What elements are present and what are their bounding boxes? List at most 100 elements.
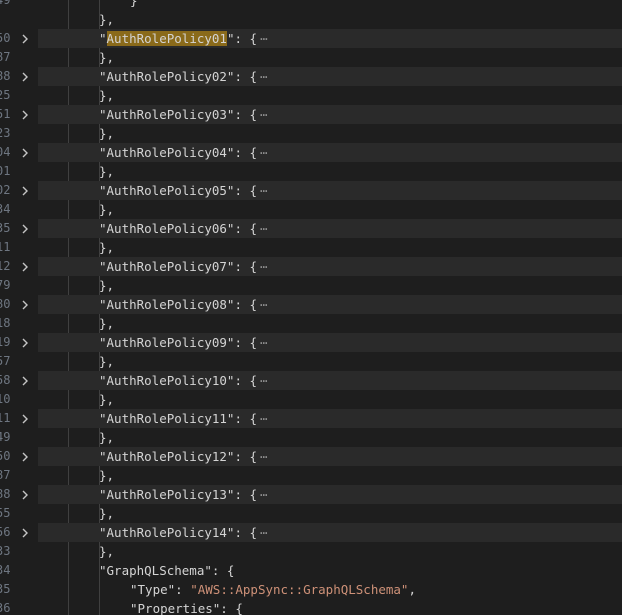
chevron-right-icon[interactable]: [19, 29, 31, 48]
folded-code-line[interactable]: 19 "AuthRolePolicy09": {⋯: [0, 333, 622, 352]
code-text: },: [99, 390, 114, 409]
chevron-right-icon[interactable]: [19, 257, 31, 276]
folded-code-line[interactable]: 51 "AuthRolePolicy03": {⋯: [0, 105, 622, 124]
code-token: "AuthRolePolicy10": {: [99, 373, 258, 388]
line-number: 19: [0, 335, 11, 349]
code-token: },: [99, 354, 115, 369]
chevron-right-icon[interactable]: [19, 181, 31, 200]
line-gutter: 55: [0, 504, 38, 523]
code-line[interactable]: 18},: [0, 314, 622, 333]
fold-ellipsis-icon[interactable]: ⋯: [260, 145, 268, 160]
line-number: 56: [0, 525, 11, 539]
folded-code-line[interactable]: 88 "AuthRolePolicy02": {⋯: [0, 67, 622, 86]
code-line[interactable]: 34},: [0, 200, 622, 219]
fold-ellipsis-icon[interactable]: ⋯: [260, 525, 268, 540]
code-line[interactable]: },: [0, 10, 622, 29]
code-text: },: [99, 542, 114, 561]
chevron-right-icon[interactable]: [19, 143, 31, 162]
code-line[interactable]: 01},: [0, 162, 622, 181]
fold-ellipsis-icon[interactable]: ⋯: [260, 31, 268, 46]
code-text: },: [99, 162, 114, 181]
code-line[interactable]: 55},: [0, 504, 622, 523]
line-number: 34: [0, 563, 11, 577]
code-token: },: [99, 240, 115, 255]
code-token: ": {: [226, 31, 258, 46]
chevron-right-icon[interactable]: [19, 371, 31, 390]
line-gutter: 11: [0, 238, 38, 257]
line-number: 87: [0, 50, 11, 64]
line-number: 33: [0, 544, 11, 558]
line-number: 10: [0, 392, 11, 406]
chevron-right-icon[interactable]: [19, 219, 31, 238]
line-number: 88: [0, 69, 11, 83]
chevron-right-icon[interactable]: [19, 67, 31, 86]
folded-code-line[interactable]: 58 "AuthRolePolicy10": {⋯: [0, 371, 622, 390]
code-token: "Type":: [130, 582, 191, 597]
code-line[interactable]: 23},: [0, 124, 622, 143]
folded-code-line[interactable]: 12 "AuthRolePolicy07": {⋯: [0, 257, 622, 276]
fold-ellipsis-icon[interactable]: ⋯: [260, 449, 268, 464]
folded-code-line[interactable]: 50 "AuthRolePolicy01": {⋯: [0, 29, 622, 48]
fold-ellipsis-icon[interactable]: ⋯: [260, 69, 268, 84]
code-token: "AuthRolePolicy06": {: [99, 221, 258, 236]
code-editor[interactable]: 49}},50"AuthRolePolicy01": {⋯87},88"Auth…: [0, 0, 622, 615]
chevron-right-icon[interactable]: [19, 447, 31, 466]
fold-ellipsis-icon[interactable]: ⋯: [260, 487, 268, 502]
code-line[interactable]: 87},: [0, 48, 622, 67]
code-line[interactable]: 49}: [0, 0, 622, 10]
fold-ellipsis-icon[interactable]: ⋯: [260, 259, 268, 274]
fold-ellipsis-icon[interactable]: ⋯: [260, 411, 268, 426]
code-text: },: [99, 466, 114, 485]
line-gutter: 01: [0, 162, 38, 181]
folded-code-line[interactable]: 50 "AuthRolePolicy12": {⋯: [0, 447, 622, 466]
code-line[interactable]: 34 "GraphQLSchema": {: [0, 561, 622, 580]
code-text: "AuthRolePolicy05": {⋯: [99, 181, 268, 200]
code-line[interactable]: 57},: [0, 352, 622, 371]
chevron-right-icon[interactable]: [19, 523, 31, 542]
line-gutter: 10: [0, 390, 38, 409]
chevron-right-icon[interactable]: [19, 333, 31, 352]
line-gutter: 49: [0, 0, 38, 10]
fold-ellipsis-icon[interactable]: ⋯: [260, 373, 268, 388]
chevron-right-icon[interactable]: [19, 105, 31, 124]
chevron-right-icon[interactable]: [19, 409, 31, 428]
line-number: 35: [0, 582, 11, 596]
code-token: },: [99, 164, 115, 179]
code-text: "AuthRolePolicy11": {⋯: [99, 409, 268, 428]
code-token: }: [130, 0, 138, 8]
fold-ellipsis-icon[interactable]: ⋯: [260, 335, 268, 350]
line-number: 01: [0, 164, 11, 178]
chevron-right-icon[interactable]: [19, 485, 31, 504]
fold-ellipsis-icon[interactable]: ⋯: [260, 183, 268, 198]
line-gutter: 36: [0, 599, 38, 615]
fold-ellipsis-icon[interactable]: ⋯: [260, 297, 268, 312]
code-token: ,: [408, 582, 416, 597]
line-number: 18: [0, 316, 11, 330]
folded-code-line[interactable]: 35 "AuthRolePolicy06": {⋯: [0, 219, 622, 238]
line-number: 11: [0, 240, 11, 254]
folded-code-line[interactable]: 04 "AuthRolePolicy04": {⋯: [0, 143, 622, 162]
code-token: "AuthRolePolicy08": {: [99, 297, 258, 312]
code-line[interactable]: 11},: [0, 238, 622, 257]
fold-ellipsis-icon[interactable]: ⋯: [260, 107, 268, 122]
folded-code-line[interactable]: 11 "AuthRolePolicy11": {⋯: [0, 409, 622, 428]
folded-code-line[interactable]: 02 "AuthRolePolicy05": {⋯: [0, 181, 622, 200]
line-number: 51: [0, 107, 11, 121]
folded-code-line[interactable]: 56 "AuthRolePolicy14": {⋯: [0, 523, 622, 542]
code-token: },: [99, 88, 115, 103]
code-line[interactable]: 25},: [0, 86, 622, 105]
line-number: 79: [0, 278, 11, 292]
folded-code-line[interactable]: 80 "AuthRolePolicy08": {⋯: [0, 295, 622, 314]
code-line[interactable]: 35 "Type": "AWS::AppSync::GraphQLSchema",: [0, 580, 622, 599]
code-line[interactable]: 10},: [0, 390, 622, 409]
line-number: 25: [0, 88, 11, 102]
folded-code-line[interactable]: 88 "AuthRolePolicy13": {⋯: [0, 485, 622, 504]
code-line[interactable]: 79},: [0, 276, 622, 295]
code-line[interactable]: 36 "Properties": {: [0, 599, 622, 615]
code-token: },: [99, 544, 115, 559]
code-line[interactable]: 87},: [0, 466, 622, 485]
code-line[interactable]: 49},: [0, 428, 622, 447]
fold-ellipsis-icon[interactable]: ⋯: [260, 221, 268, 236]
code-line[interactable]: 33},: [0, 542, 622, 561]
chevron-right-icon[interactable]: [19, 295, 31, 314]
